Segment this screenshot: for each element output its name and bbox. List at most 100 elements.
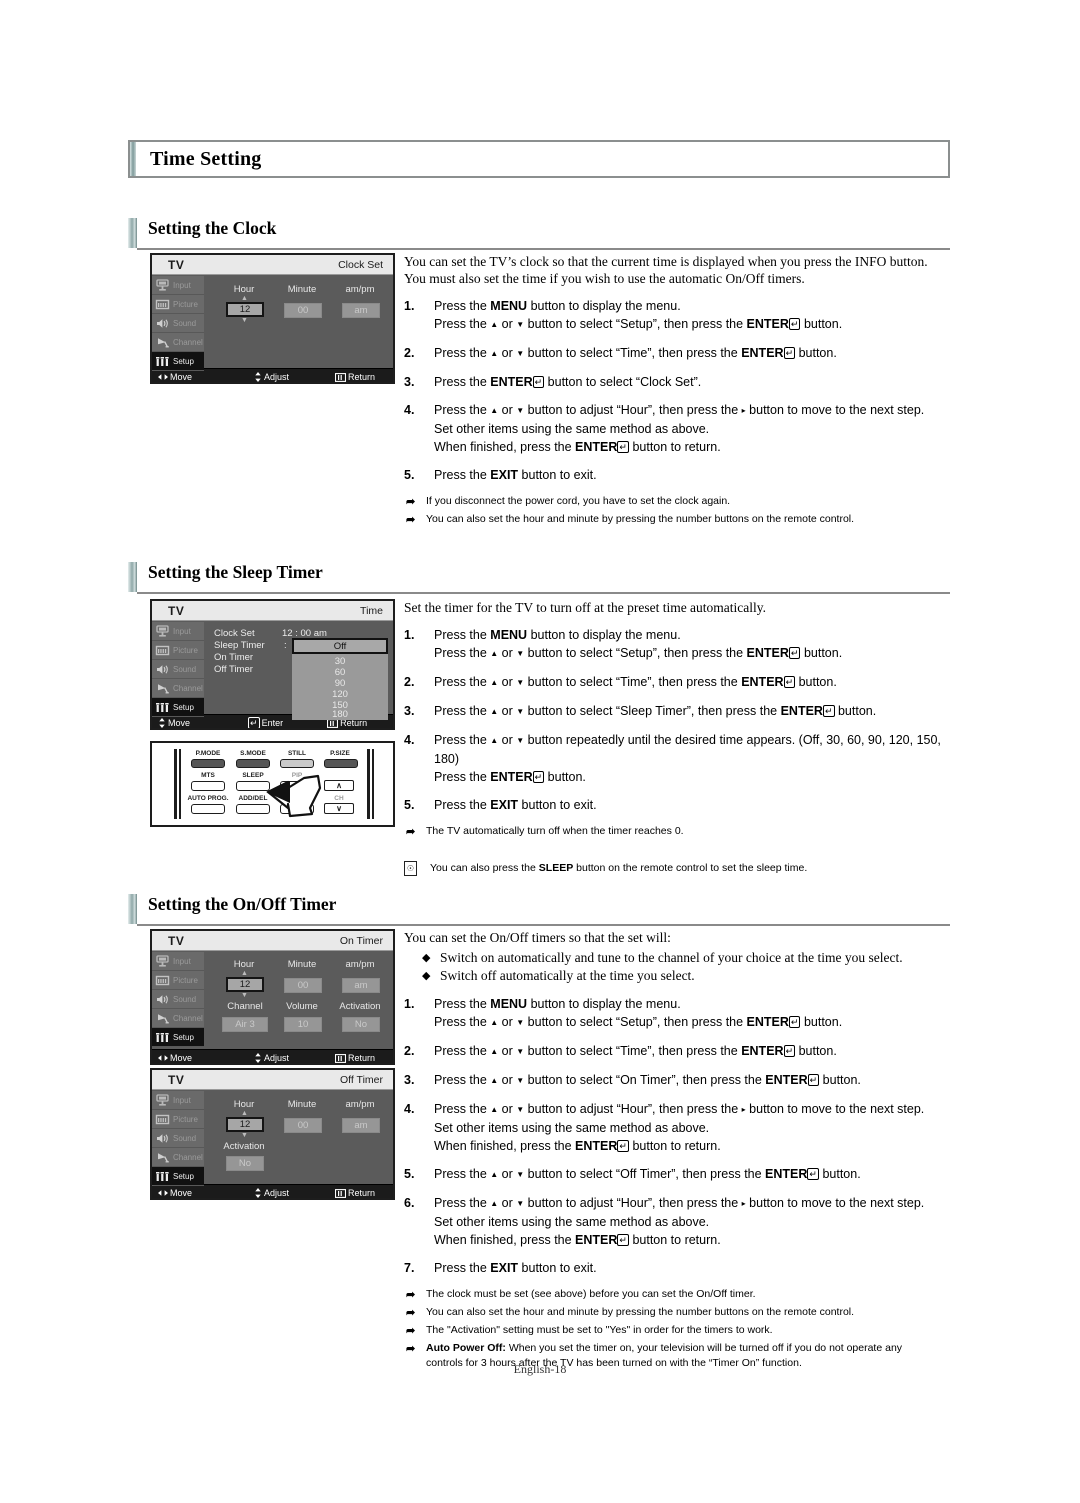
step-4: 4. Press the ▲ or ▼ button repeatedly un… bbox=[404, 733, 941, 784]
step-2: 2. Press the ▲ or ▼ button to select “Ti… bbox=[404, 675, 837, 689]
section-accent-bar bbox=[128, 218, 137, 248]
menu-row-clock-set[interactable]: Clock Set bbox=[214, 628, 255, 639]
sidebar-item-picture[interactable]: Picture bbox=[152, 295, 204, 314]
sleep-option-180[interactable]: 180 bbox=[292, 709, 388, 720]
sidebar-item-setup[interactable]: Setup bbox=[152, 1028, 204, 1047]
field-hour[interactable]: 12 bbox=[226, 977, 264, 992]
sidebar-item-input[interactable]: Input bbox=[152, 622, 204, 641]
remote-control-figure: P.MODE S.MODE STILL P.SIZE MTS SLEEP PIP… bbox=[150, 741, 395, 827]
sleep-option-off[interactable]: Off bbox=[292, 638, 388, 654]
sidebar-item-setup[interactable]: Setup bbox=[152, 352, 204, 371]
sidebar-item-channel[interactable]: Channel bbox=[152, 679, 204, 698]
step-number: 7. bbox=[404, 1261, 415, 1275]
field-channel[interactable]: Air 3 bbox=[222, 1017, 268, 1032]
step-7: 7. Press the EXIT button to exit. bbox=[404, 1261, 597, 1275]
section-accent-bar bbox=[128, 562, 137, 592]
field-minute[interactable]: 00 bbox=[284, 1118, 322, 1133]
setup-icon bbox=[155, 1170, 170, 1183]
sidebar-item-sound[interactable]: Sound bbox=[152, 990, 204, 1009]
footer-move: Move bbox=[152, 1188, 192, 1198]
field-ampm[interactable]: am bbox=[342, 978, 380, 993]
autopower-label: Auto Power Off: bbox=[426, 1342, 506, 1354]
sidebar-item-sound[interactable]: Sound bbox=[152, 660, 204, 679]
footer-adjust: Adjust bbox=[254, 1053, 289, 1063]
sidebar-item-setup[interactable]: Setup bbox=[152, 1167, 204, 1186]
setup-icon bbox=[155, 1031, 170, 1044]
field-minute[interactable]: 00 bbox=[284, 303, 322, 318]
remote-button-autoprog[interactable] bbox=[191, 804, 225, 814]
page-footer: English-18 bbox=[513, 1362, 567, 1376]
note-item: ➦ The clock must be set (see above) befo… bbox=[406, 1288, 756, 1301]
channel-icon bbox=[155, 682, 170, 695]
remote-left-rail bbox=[174, 749, 177, 819]
section-rule bbox=[137, 592, 950, 594]
menu-icon bbox=[335, 372, 347, 382]
picture-icon bbox=[155, 974, 170, 987]
field-hour[interactable]: 12 bbox=[226, 1117, 264, 1132]
sidebar-label-setup: Setup bbox=[173, 356, 194, 366]
remote-button-pmode[interactable] bbox=[191, 759, 225, 768]
sidebar-item-sound[interactable]: Sound bbox=[152, 314, 204, 333]
footer-move: Move bbox=[152, 718, 190, 728]
step-number: 1. bbox=[404, 299, 415, 313]
down-arrow-icon: ▼ bbox=[241, 317, 248, 324]
section-accent-bar bbox=[128, 894, 137, 924]
sidebar-label-channel: Channel bbox=[173, 683, 203, 693]
lead-text-1: You can set the TV’s clock so that the c… bbox=[404, 254, 928, 286]
menu-row-off-timer[interactable]: Off Timer bbox=[214, 664, 253, 675]
sidebar-label-input: Input bbox=[173, 626, 191, 636]
sidebar-item-input[interactable]: Input bbox=[152, 1091, 204, 1110]
menu-row-on-timer[interactable]: On Timer bbox=[214, 652, 253, 663]
sidebar-item-setup[interactable]: Setup bbox=[152, 698, 204, 717]
sidebar-item-picture[interactable]: Picture bbox=[152, 641, 204, 660]
osd-clock-set: TV Clock Set Input Picture Sound Channel… bbox=[150, 253, 395, 384]
remote-label-mts: MTS bbox=[201, 772, 215, 779]
osd-body: Input Picture Sound bbox=[152, 1090, 393, 1186]
sound-icon bbox=[155, 317, 170, 330]
osd-titlebar: TV Clock Set bbox=[152, 255, 393, 275]
up-down-arrow-icon bbox=[255, 1053, 261, 1063]
sidebar-label-setup: Setup bbox=[173, 1171, 194, 1181]
sidebar-item-picture[interactable]: Picture bbox=[152, 971, 204, 990]
osd-sidebar: Input Picture Sound Channel Setup bbox=[152, 951, 204, 1049]
sidebar-item-channel[interactable]: Channel bbox=[152, 1148, 204, 1167]
setup-icon bbox=[155, 355, 170, 368]
field-activation[interactable]: No bbox=[226, 1156, 264, 1171]
sidebar-item-channel[interactable]: Channel bbox=[152, 333, 204, 352]
osd-body: Input Picture Sound bbox=[152, 951, 393, 1049]
field-ampm[interactable]: am bbox=[342, 303, 380, 318]
step-3: 3. Press the ▲ or ▼ button to select “Sl… bbox=[404, 704, 877, 718]
field-activation[interactable]: No bbox=[342, 1017, 380, 1032]
field-volume[interactable]: 10 bbox=[284, 1017, 322, 1032]
field-hour[interactable]: 12 bbox=[226, 302, 264, 317]
tip-item: ☉ You can also press the SLEEP button on… bbox=[404, 861, 964, 876]
remote-button-still[interactable] bbox=[280, 759, 314, 768]
step-4: 4. Press the ▲ or ▼ button to adjust “Ho… bbox=[404, 403, 925, 454]
sidebar-label-setup: Setup bbox=[173, 1032, 194, 1042]
picture-icon bbox=[155, 298, 170, 311]
input-icon bbox=[155, 278, 170, 292]
sidebar-item-input[interactable]: Input bbox=[152, 276, 204, 295]
label-ampm: am/pm bbox=[345, 284, 375, 295]
lead-text-3: You can set the On/Off timers so that th… bbox=[404, 930, 671, 945]
remote-button-mts[interactable] bbox=[191, 781, 225, 791]
osd-body: Input Picture Sound bbox=[152, 275, 393, 371]
section-rule bbox=[137, 248, 950, 250]
osd-title-clock: Clock Set bbox=[338, 258, 383, 271]
remote-button-smode[interactable] bbox=[236, 759, 270, 768]
field-ampm[interactable]: am bbox=[342, 1118, 380, 1133]
remote-button-psize[interactable] bbox=[324, 759, 358, 768]
tv-logo: TV bbox=[168, 1072, 185, 1087]
footer-adjust: Adjust bbox=[254, 1188, 289, 1198]
sidebar-item-sound[interactable]: Sound bbox=[152, 1129, 204, 1148]
menu-row-sleep-timer[interactable]: Sleep Timer bbox=[214, 640, 265, 651]
remote-right-rail bbox=[367, 749, 370, 819]
step-number: 5. bbox=[404, 468, 415, 482]
sidebar-item-input[interactable]: Input bbox=[152, 952, 204, 971]
field-minute[interactable]: 00 bbox=[284, 978, 322, 993]
sidebar-item-channel[interactable]: Channel bbox=[152, 1009, 204, 1028]
sidebar-item-picture[interactable]: Picture bbox=[152, 1110, 204, 1129]
section-rule bbox=[137, 924, 950, 926]
sidebar-label-channel: Channel bbox=[173, 1152, 203, 1162]
label-ampm: am/pm bbox=[345, 959, 375, 970]
